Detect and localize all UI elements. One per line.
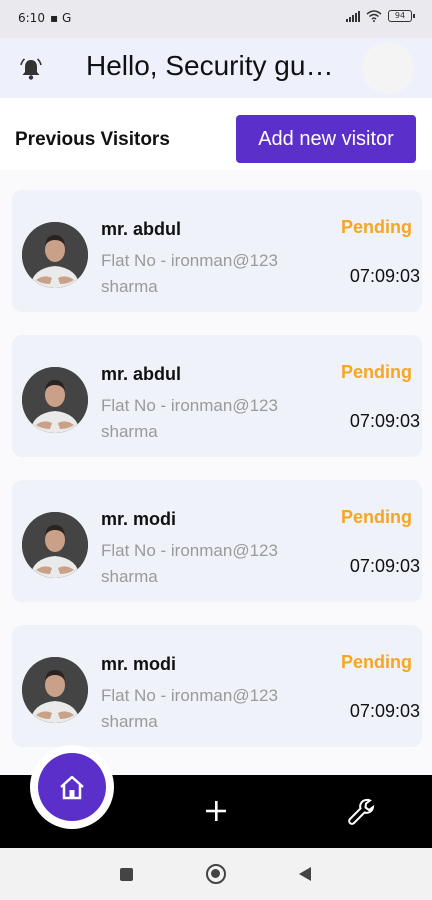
battery-icon: 94: [388, 10, 415, 22]
visitor-time: 07:09:03: [349, 411, 420, 431]
home-icon: [60, 775, 84, 800]
visitor-flat: Flat No - ironman@123 sharma: [101, 396, 278, 441]
visitor-card[interactable]: mr. abdul Flat No - ironman@123 sharma P…: [12, 190, 422, 312]
visitor-card[interactable]: mr. modi Flat No - ironman@123 sharma Pe…: [12, 480, 422, 602]
status-badge: Pending: [341, 217, 412, 237]
visitor-card[interactable]: mr. abdul Flat No - ironman@123 sharma P…: [12, 335, 422, 457]
nav-home-button[interactable]: [38, 753, 106, 821]
visitor-time: 07:09:03: [349, 701, 420, 721]
wrench-icon[interactable]: [346, 797, 376, 827]
system-nav-bar: [0, 848, 432, 900]
visitor-flat: Flat No - ironman@123 sharma: [101, 686, 278, 731]
signal-icon: [346, 10, 360, 22]
visitor-flat: Flat No - ironman@123 sharma: [101, 541, 278, 586]
greeting-title: Hello, Security guard: [86, 50, 340, 81]
nav-add-button[interactable]: [202, 797, 230, 825]
status-badge: Pending: [341, 362, 412, 382]
visitor-time: 07:09:03: [349, 556, 420, 576]
recents-button[interactable]: [120, 868, 133, 881]
visitor-card[interactable]: mr. modi Flat No - ironman@123 sharma Pe…: [12, 625, 422, 747]
visitor-time: 07:09:03: [349, 266, 420, 286]
home-system-button[interactable]: [206, 864, 226, 884]
profile-avatar[interactable]: [362, 42, 414, 94]
status-indicators: 94: [346, 10, 415, 22]
app-header: Hello, Security guard: [0, 38, 432, 98]
add-visitor-button[interactable]: Add new visitor: [236, 115, 416, 163]
visitor-name: mr. modi: [101, 509, 177, 529]
status-time: 6:10: [18, 11, 45, 25]
visitor-photo: [22, 367, 88, 433]
visitor-flat: Flat No - ironman@123 sharma: [101, 251, 278, 296]
status-bar: 6:10 ▪ G 94: [0, 0, 432, 38]
status-badge: Pending: [341, 507, 412, 527]
visitor-list[interactable]: mr. abdul Flat No - ironman@123 sharma P…: [0, 170, 432, 775]
back-button[interactable]: [299, 867, 311, 881]
plus-icon: [206, 801, 226, 821]
status-badge: Pending: [341, 652, 412, 672]
wifi-icon: [366, 10, 382, 22]
bell-icon[interactable]: [18, 56, 44, 82]
notification-icons: ▪ G: [50, 11, 72, 25]
visitor-photo: [22, 512, 88, 578]
visitor-name: mr. modi: [101, 654, 177, 674]
visitor-photo: [22, 657, 88, 723]
visitor-name: mr. abdul: [101, 219, 182, 239]
visitor-photo: [22, 222, 88, 288]
section-title: Previous Visitors: [15, 129, 170, 150]
visitor-name: mr. abdul: [101, 364, 182, 384]
